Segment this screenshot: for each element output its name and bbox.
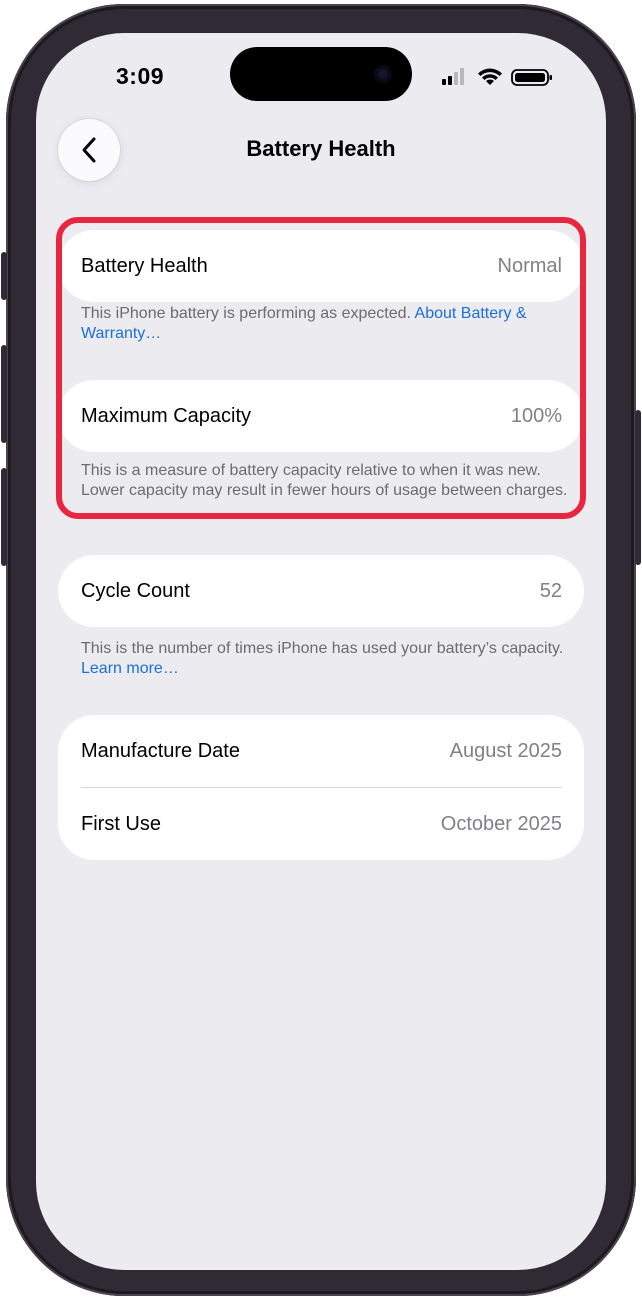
- cycle-count-group: Cycle Count 52: [58, 555, 584, 627]
- first-use-label: First Use: [81, 812, 161, 835]
- cycle-count-value: 52: [539, 579, 562, 602]
- manufacture-date-label: Manufacture Date: [81, 739, 240, 762]
- manufacture-date-value: August 2025: [449, 739, 562, 762]
- page-title: Battery Health: [246, 136, 396, 161]
- battery-icon: [511, 69, 552, 86]
- action-button: [1, 252, 7, 300]
- battery-health-label: Battery Health: [81, 254, 208, 277]
- maximum-capacity-footnote: This is a measure of battery capacity re…: [81, 462, 568, 499]
- maximum-capacity-group: Maximum Capacity 100%: [58, 380, 584, 452]
- battery-health-row: Battery Health Normal: [58, 230, 584, 302]
- power-button: [635, 410, 641, 565]
- manufacture-date-row: Manufacture Date August 2025: [58, 715, 584, 787]
- volume-up-button: [1, 345, 7, 443]
- wifi-icon: [478, 68, 502, 85]
- status-icons: [442, 67, 556, 87]
- cycle-count-row: Cycle Count 52: [58, 555, 584, 627]
- battery-health-group: Battery Health Normal: [58, 230, 584, 302]
- cycle-count-label: Cycle Count: [81, 579, 190, 602]
- maximum-capacity-label: Maximum Capacity: [81, 404, 252, 427]
- maximum-capacity-value: 100%: [510, 404, 562, 427]
- dynamic-island: [230, 47, 412, 101]
- volume-down-button: [1, 468, 7, 566]
- dates-group: Manufacture Date August 2025 First Use O…: [58, 715, 584, 860]
- status-time: 3:09: [116, 63, 165, 89]
- first-use-row: First Use October 2025: [58, 788, 584, 860]
- battery-health-value: Normal: [497, 254, 562, 277]
- first-use-value: October 2025: [440, 812, 562, 835]
- screen: 3:09 Battery Health Battery Health Norma…: [36, 33, 606, 1270]
- learn-more-link[interactable]: Learn more…: [81, 660, 179, 677]
- cycle-count-footnote: This is the number of times iPhone has u…: [81, 640, 564, 677]
- cellular-signal-icon: [442, 68, 464, 85]
- maximum-capacity-row: Maximum Capacity 100%: [58, 380, 584, 452]
- battery-health-footnote: This iPhone battery is performing as exp…: [81, 305, 527, 342]
- camera-icon: [374, 65, 392, 83]
